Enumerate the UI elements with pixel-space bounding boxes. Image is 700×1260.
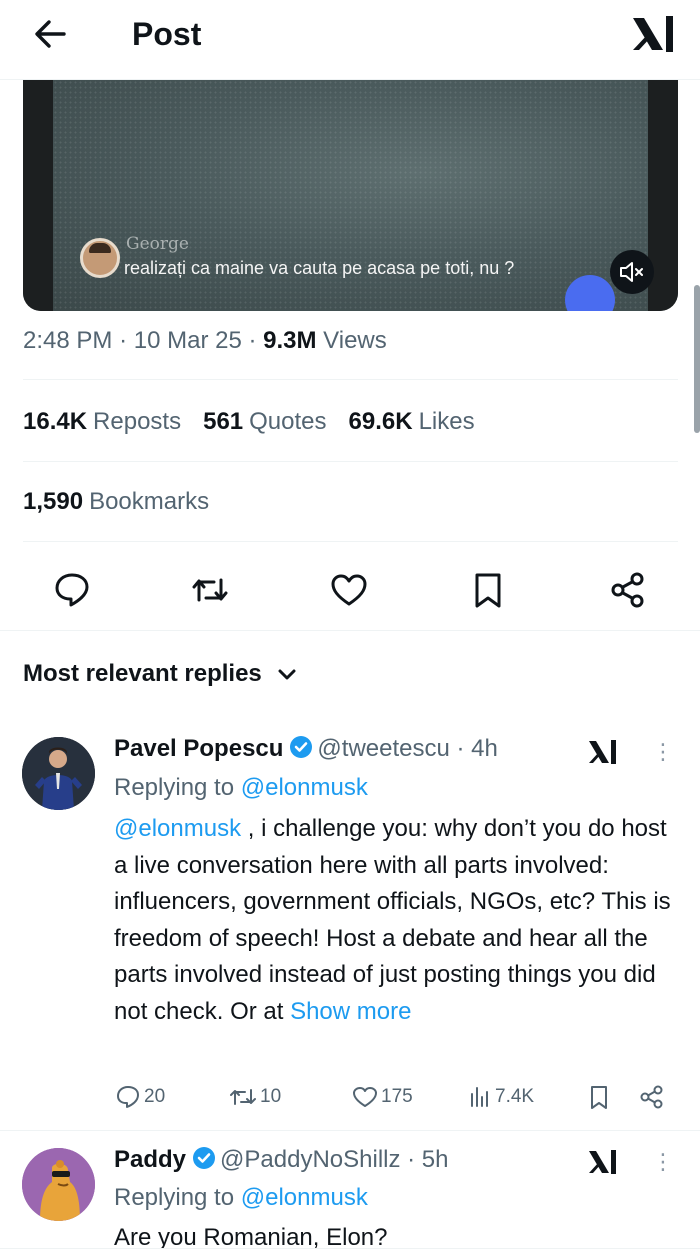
replying-prefix: Replying to (114, 1184, 235, 1211)
divider (23, 461, 678, 462)
reply-author-name[interactable]: Paddy (114, 1146, 186, 1173)
reply-icon (55, 573, 89, 607)
reply-body: , i challenge you: why don’t you do host… (114, 815, 671, 1025)
reply-handle-time: @PaddyNoShillz · 5h (220, 1146, 449, 1173)
likes-label: Likes (418, 408, 475, 435)
page-title: Post (132, 16, 202, 52)
bookmark-icon (591, 1086, 607, 1109)
x-logo-icon (589, 740, 616, 764)
views-icon (471, 1087, 488, 1107)
more-options-button[interactable]: ⋮ (652, 737, 674, 767)
mention-link[interactable]: @elonmusk (114, 815, 241, 842)
post-timestamp: 2:48 PM · 10 Mar 25 · 9.3M Views (23, 327, 387, 355)
reply-action-bar: 20 10 175 7.4K (114, 1082, 674, 1112)
replies-sort-label: Most relevant replies (23, 660, 262, 687)
show-more-link[interactable]: Show more (290, 998, 411, 1025)
post-action-bar (23, 560, 678, 620)
divider (23, 379, 678, 380)
reply-reply-button[interactable]: 20 (114, 1082, 165, 1112)
like-button[interactable] (327, 568, 371, 612)
arrow-left-icon (35, 20, 66, 48)
share-icon (640, 1085, 663, 1109)
caption-avatar (80, 238, 120, 278)
repost-count: 10 (260, 1086, 282, 1107)
replying-prefix: Replying to (114, 774, 235, 801)
verified-badge-icon (290, 736, 313, 758)
divider (0, 630, 700, 631)
back-button[interactable] (30, 14, 74, 54)
reply-bookmark-button[interactable] (586, 1082, 614, 1112)
post-date: 10 Mar 25 (133, 327, 242, 354)
quotes-count: 561 (203, 408, 244, 435)
caption-text: realizați ca maine va cauta pe acasa pe … (124, 258, 515, 278)
reply-views-button[interactable]: 7.4K (467, 1082, 534, 1112)
video-letterbox-left (23, 80, 53, 311)
chevron-down-icon (278, 669, 296, 680)
bookmark-button[interactable] (466, 568, 510, 612)
bottom-edge (0, 1248, 700, 1260)
repost-icon (192, 578, 228, 602)
bookmarks-label: Bookmarks (89, 488, 210, 515)
reposts-label: Reposts (93, 408, 182, 435)
divider (0, 1130, 700, 1131)
separator-dot: · (248, 327, 257, 354)
engagement-stats: 16.4K Reposts 561 Quotes 69.6K Likes (23, 408, 497, 436)
reply-share-button[interactable] (638, 1082, 668, 1112)
speaker-muted-icon (620, 262, 643, 282)
video-player[interactable]: George realizați ca maine va cauta pe ac… (23, 80, 678, 311)
likes-count: 69.6K (348, 408, 413, 435)
replying-to: Replying to @elonmusk (114, 1182, 368, 1214)
avatar-image (22, 1148, 95, 1221)
reply-header: Pavel Popescu @tweetescu · 4h (114, 733, 498, 765)
heart-icon (331, 574, 367, 606)
avatar-image (22, 737, 95, 810)
share-button[interactable] (606, 568, 650, 612)
reply-handle-time: @tweetescu · 4h (317, 735, 498, 762)
reply-button[interactable] (50, 568, 94, 612)
reply-count: 20 (144, 1086, 166, 1107)
reply-text: @elonmusk , i challenge you: why don’t y… (114, 811, 684, 1030)
repost-icon (230, 1089, 256, 1105)
bookmarks-stats: 1,590 Bookmarks (23, 488, 231, 516)
like-count: 175 (381, 1086, 413, 1107)
bookmarks-stat[interactable]: 1,590 Bookmarks (23, 488, 209, 516)
bookmarks-count: 1,590 (23, 488, 84, 515)
replies-sort-dropdown[interactable]: Most relevant replies (23, 660, 296, 688)
repost-button[interactable] (188, 568, 232, 612)
reply-like-button[interactable]: 175 (351, 1082, 413, 1112)
reply-repost-button[interactable]: 10 (228, 1082, 281, 1112)
likes-stat[interactable]: 69.6K Likes (349, 408, 475, 436)
separator-dot: · (119, 327, 128, 354)
post-time: 2:48 PM (23, 327, 113, 354)
caption-name: George (126, 234, 189, 254)
scrollbar[interactable] (694, 285, 700, 433)
views-label: Views (323, 327, 387, 354)
reposts-count: 16.4K (23, 408, 88, 435)
avatar[interactable] (22, 1148, 95, 1221)
replying-to: Replying to @elonmusk (114, 772, 368, 804)
verified-badge-icon (193, 1147, 216, 1169)
reply-header: Paddy @PaddyNoShillz · 5h (114, 1144, 449, 1176)
avatar[interactable] (22, 737, 95, 810)
share-icon (611, 572, 644, 608)
heart-icon (353, 1087, 377, 1107)
mute-button[interactable] (610, 250, 654, 294)
quotes-stat[interactable]: 561 Quotes (203, 408, 326, 436)
x-logo-icon (589, 1150, 616, 1174)
reposts-stat[interactable]: 16.4K Reposts (23, 408, 181, 436)
views-count: 9.3M (263, 327, 317, 354)
x-logo-icon[interactable] (630, 12, 676, 56)
replying-to-link[interactable]: @elonmusk (241, 774, 368, 801)
divider (23, 541, 678, 542)
reply-author-name[interactable]: Pavel Popescu (114, 735, 283, 762)
views-count: 7.4K (495, 1086, 535, 1107)
replying-to-link[interactable]: @elonmusk (241, 1184, 368, 1211)
more-options-button[interactable]: ⋮ (652, 1147, 674, 1177)
bookmark-icon (475, 573, 501, 608)
quotes-label: Quotes (249, 408, 327, 435)
reply-icon (117, 1086, 139, 1108)
top-bar: Post (0, 0, 700, 80)
